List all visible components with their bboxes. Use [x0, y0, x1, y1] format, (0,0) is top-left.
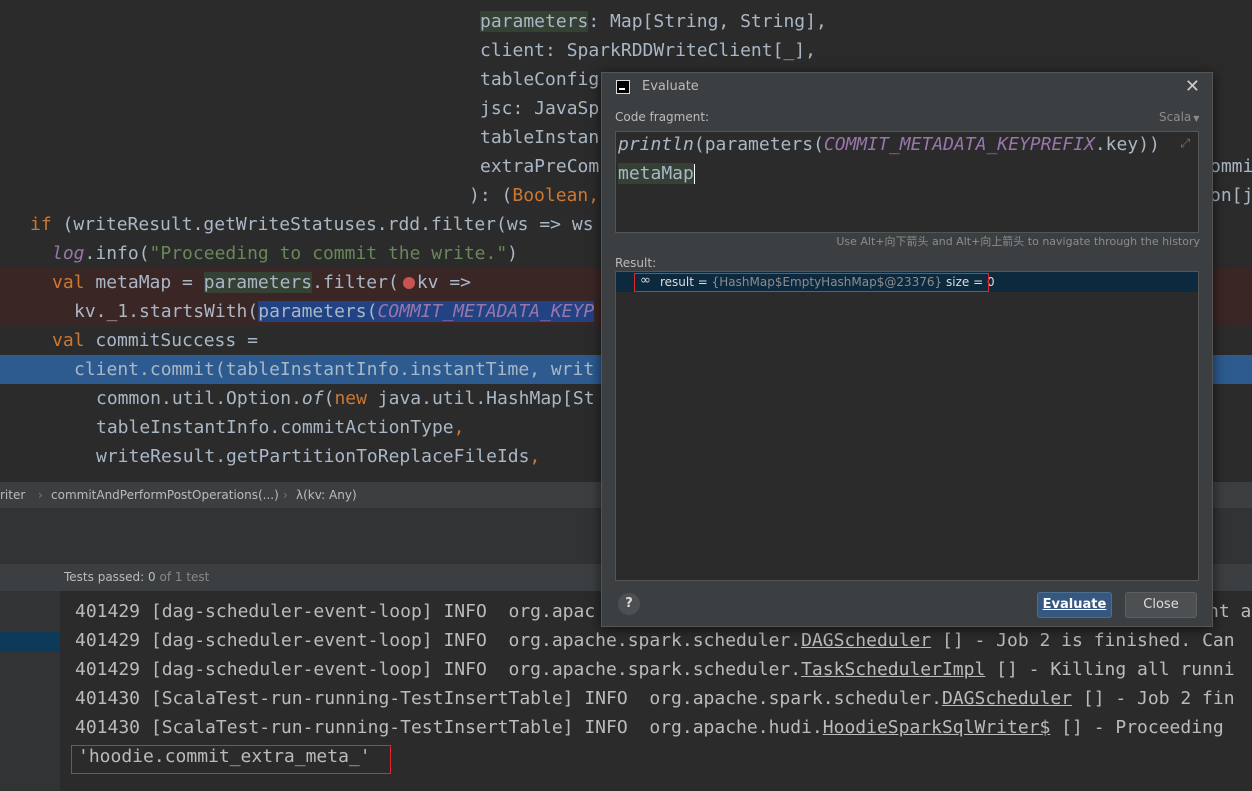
result-label: Result: [615, 256, 657, 270]
console-gutter-selection [0, 632, 60, 652]
code-line-9: log.info("Proceeding to commit the write… [52, 243, 519, 264]
code-line-7-right: on[ja [1210, 185, 1252, 206]
code-fragment-label: Code fragment: [615, 110, 710, 124]
code-line-6-right: ommit [1210, 156, 1252, 177]
code-line-12: val commitSuccess = [52, 330, 258, 351]
code-line-8: if (writeResult.getWriteStatuses.rdd.fil… [30, 214, 594, 235]
language-selector[interactable]: Scala ▼ [1159, 110, 1199, 124]
code-line-13: client.commit(tableInstantInfo.instantTi… [74, 359, 595, 380]
close-icon[interactable]: ✕ [1185, 76, 1200, 97]
close-button[interactable]: Close [1125, 592, 1197, 618]
code-line-2: client: SparkRDDWriteClient[_], [480, 40, 816, 61]
console-line: 401430 [ScalaTest-run-running-TestInsert… [75, 688, 1235, 709]
code-line-1: parameters: Map[String, String], [480, 11, 827, 32]
text-cursor [693, 164, 695, 184]
history-hint: Use Alt+向下箭头 and Alt+向上箭头 to navigate th… [836, 235, 1200, 248]
result-highlight-box [634, 273, 989, 292]
code-line-6: extraPreCom [480, 156, 600, 177]
code-line-7: ): (Boolean, [469, 185, 600, 206]
console-line: 401429 [dag-scheduler-event-loop] INFO o… [75, 601, 596, 622]
breadcrumb-item-lambda[interactable]: λ(kv: Any) [296, 488, 357, 502]
code-fragment-line-2: metaMap [618, 163, 695, 184]
evaluate-button[interactable]: Evaluate [1037, 592, 1112, 618]
console-line: 401429 [dag-scheduler-event-loop] INFO o… [75, 630, 1235, 651]
breadcrumb-separator-icon: › [38, 488, 43, 502]
code-line-16: writeResult.getPartitionToReplaceFileIds… [96, 446, 541, 467]
console-line-tail: nt a [1208, 601, 1252, 622]
dialog-title-bar[interactable]: Evaluate ✕ [602, 73, 1212, 101]
breadcrumb-item-method[interactable]: commitAndPerformPostOperations(...) [51, 488, 279, 502]
intellij-icon [616, 80, 630, 94]
code-fragment-line-1: println(parameters(COMMIT_METADATA_KEYPR… [618, 134, 1160, 155]
evaluate-dialog: Evaluate ✕ Code fragment: Scala ▼ println… [601, 72, 1213, 627]
code-fragment-input[interactable]: println(parameters(COMMIT_METADATA_KEYPR… [615, 131, 1199, 233]
breakpoint-icon[interactable] [402, 277, 415, 289]
console-gutter [0, 591, 60, 791]
expand-icon[interactable]: ⤢ [1180, 136, 1190, 151]
result-tree[interactable]: ∞ result = {HashMap$EmptyHashMap$@23376}… [615, 271, 1199, 581]
code-line-10: val metaMap = parameters.filter(kv => [52, 272, 471, 293]
code-line-11: kv._1.startsWith(parameters(COMMIT_METAD… [74, 301, 595, 322]
dialog-title: Evaluate [642, 79, 699, 94]
breadcrumb-item-class[interactable]: riter [0, 488, 25, 502]
code-line-5: tableInstan [480, 127, 600, 148]
code-line-15: tableInstantInfo.commitActionType, [96, 417, 465, 438]
breadcrumb-separator-icon: › [283, 488, 288, 502]
console-line: 401430 [ScalaTest-run-running-TestInsert… [75, 717, 1224, 738]
code-line-4: jsc: JavaSp [480, 98, 600, 119]
code-line-3: tableConfig [480, 69, 600, 90]
console-line: 401429 [dag-scheduler-event-loop] INFO o… [75, 659, 1235, 680]
chevron-down-icon: ▼ [1193, 114, 1200, 123]
output-highlight-box [71, 745, 391, 774]
tests-passed-label: Tests passed: 0 of 1 test [64, 570, 210, 584]
code-line-14: common.util.Option.of(new java.util.Hash… [96, 388, 595, 409]
help-button[interactable]: ? [618, 593, 640, 615]
